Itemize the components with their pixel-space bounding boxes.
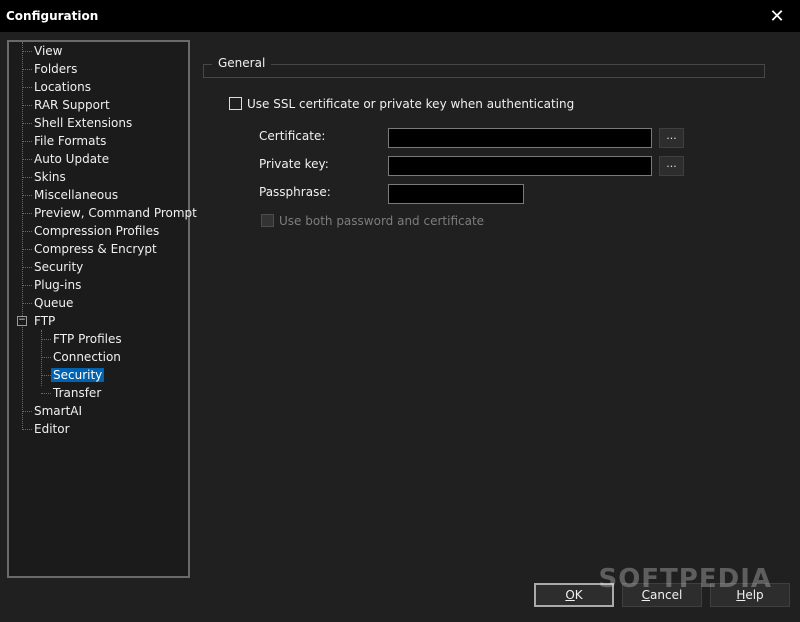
- tree-item-auto-update[interactable]: Auto Update: [32, 150, 111, 168]
- tree-item-label: FTP: [34, 314, 56, 328]
- tree-connector: [41, 357, 51, 358]
- tree-connector: [22, 105, 32, 106]
- tree-item-folders[interactable]: Folders: [32, 60, 79, 78]
- tree-item-label: Preview, Command Prompt: [34, 206, 197, 220]
- tree-item-ftp[interactable]: FTP: [32, 312, 57, 330]
- certificate-browse-button[interactable]: ...: [659, 128, 684, 148]
- tree-item-label: Transfer: [53, 386, 102, 400]
- tree-item-security[interactable]: Security: [32, 258, 85, 276]
- title-bar: Configuration ✕: [0, 0, 800, 32]
- close-icon: ✕: [769, 5, 785, 27]
- collapse-minus-icon[interactable]: −: [17, 316, 27, 326]
- general-group-box: [203, 64, 765, 78]
- tree-item-label: Shell Extensions: [34, 116, 133, 130]
- tree-item-ftp-security[interactable]: Security: [51, 366, 105, 384]
- tree-connector: [22, 177, 32, 178]
- tree-item-label: Miscellaneous: [34, 188, 119, 202]
- tree-connector: [22, 411, 32, 412]
- passphrase-label: Passphrase:: [259, 185, 331, 199]
- tree-connector: [22, 159, 32, 160]
- tree-item-queue[interactable]: Queue: [32, 294, 75, 312]
- passphrase-input[interactable]: [388, 184, 524, 204]
- tree-connector: [22, 231, 32, 232]
- tree-item-label: Security: [34, 260, 84, 274]
- tree-item-label: Skins: [34, 170, 66, 184]
- tree-connector: [22, 267, 32, 268]
- tree-item-label: Security: [51, 368, 105, 382]
- window-title: Configuration: [6, 9, 99, 23]
- tree-item-label: Auto Update: [34, 152, 110, 166]
- close-button[interactable]: ✕: [754, 0, 800, 32]
- tree-item-compress-encrypt[interactable]: Compress & Encrypt: [32, 240, 159, 258]
- ok-label: K: [574, 588, 583, 602]
- tree-item-label: File Formats: [34, 134, 107, 148]
- tree-item-label: View: [34, 44, 63, 58]
- certificate-input[interactable]: [388, 128, 652, 148]
- tree-connector: [22, 303, 32, 304]
- tree-connector: [41, 393, 51, 394]
- tree-connector: [22, 285, 32, 286]
- tree-connector: [22, 51, 32, 52]
- use-ssl-checkbox[interactable]: [229, 97, 242, 110]
- tree-item-editor[interactable]: Editor: [32, 420, 72, 438]
- private-key-label: Private key:: [259, 157, 329, 171]
- tree-item-skins[interactable]: Skins: [32, 168, 68, 186]
- tree-item-shell-extensions[interactable]: Shell Extensions: [32, 114, 134, 132]
- private-key-input[interactable]: [388, 156, 652, 176]
- tree-item-label: Queue: [34, 296, 74, 310]
- tree-item-label: Connection: [53, 350, 121, 364]
- tree-item-locations[interactable]: Locations: [32, 78, 93, 96]
- tree-connector: [22, 42, 23, 430]
- ok-accelerator: O: [565, 588, 575, 602]
- tree-item-connection[interactable]: Connection: [51, 348, 123, 366]
- tree-item-ftp-profiles[interactable]: FTP Profiles: [51, 330, 124, 348]
- tree-item-miscellaneous[interactable]: Miscellaneous: [32, 186, 120, 204]
- tree-connector: [41, 375, 51, 376]
- tree-connector: [22, 429, 32, 430]
- softpedia-watermark: SOFTPEDIA: [598, 564, 772, 594]
- tree-item-compression-profiles[interactable]: Compression Profiles: [32, 222, 161, 240]
- general-group-label: General: [212, 56, 272, 70]
- tree-item-view[interactable]: View: [32, 42, 64, 60]
- tree-item-label: SmartAI: [34, 404, 83, 418]
- tree-item-rar-support[interactable]: RAR Support: [32, 96, 112, 114]
- tree-connector: [22, 249, 32, 250]
- use-both-label: Use both password and certificate: [279, 214, 485, 228]
- use-both-checkbox[interactable]: [261, 214, 274, 227]
- tree-connector: [22, 69, 32, 70]
- tree-item-label: FTP Profiles: [53, 332, 122, 346]
- tree-connector: [22, 87, 32, 88]
- tree-item-label: Plug-ins: [34, 278, 82, 292]
- tree-connector: [22, 213, 32, 214]
- tree-item-transfer[interactable]: Transfer: [51, 384, 103, 402]
- certificate-label: Certificate:: [259, 129, 326, 143]
- private-key-browse-button[interactable]: ...: [659, 156, 684, 176]
- tree-item-label: Editor: [34, 422, 70, 436]
- tree-item-label: Compress & Encrypt: [34, 242, 157, 256]
- use-ssl-label[interactable]: Use SSL certificate or private key when …: [247, 97, 574, 111]
- tree-connector: [22, 141, 32, 142]
- tree-item-file-formats[interactable]: File Formats: [32, 132, 108, 150]
- tree-item-label: Compression Profiles: [34, 224, 160, 238]
- tree-item-plug-ins[interactable]: Plug-ins: [32, 276, 83, 294]
- tree-item-label: Locations: [34, 80, 92, 94]
- tree-item-label: RAR Support: [34, 98, 110, 112]
- tree-connector: [22, 123, 32, 124]
- tree-connector: [22, 195, 32, 196]
- tree-item-smartai[interactable]: SmartAI: [32, 402, 84, 420]
- tree-item-label: Folders: [34, 62, 78, 76]
- tree-item-preview-command-prompt[interactable]: Preview, Command Prompt: [32, 204, 199, 222]
- settings-tree[interactable]: − View Folders Locations RAR Support She…: [7, 40, 197, 578]
- tree-connector: [41, 339, 51, 340]
